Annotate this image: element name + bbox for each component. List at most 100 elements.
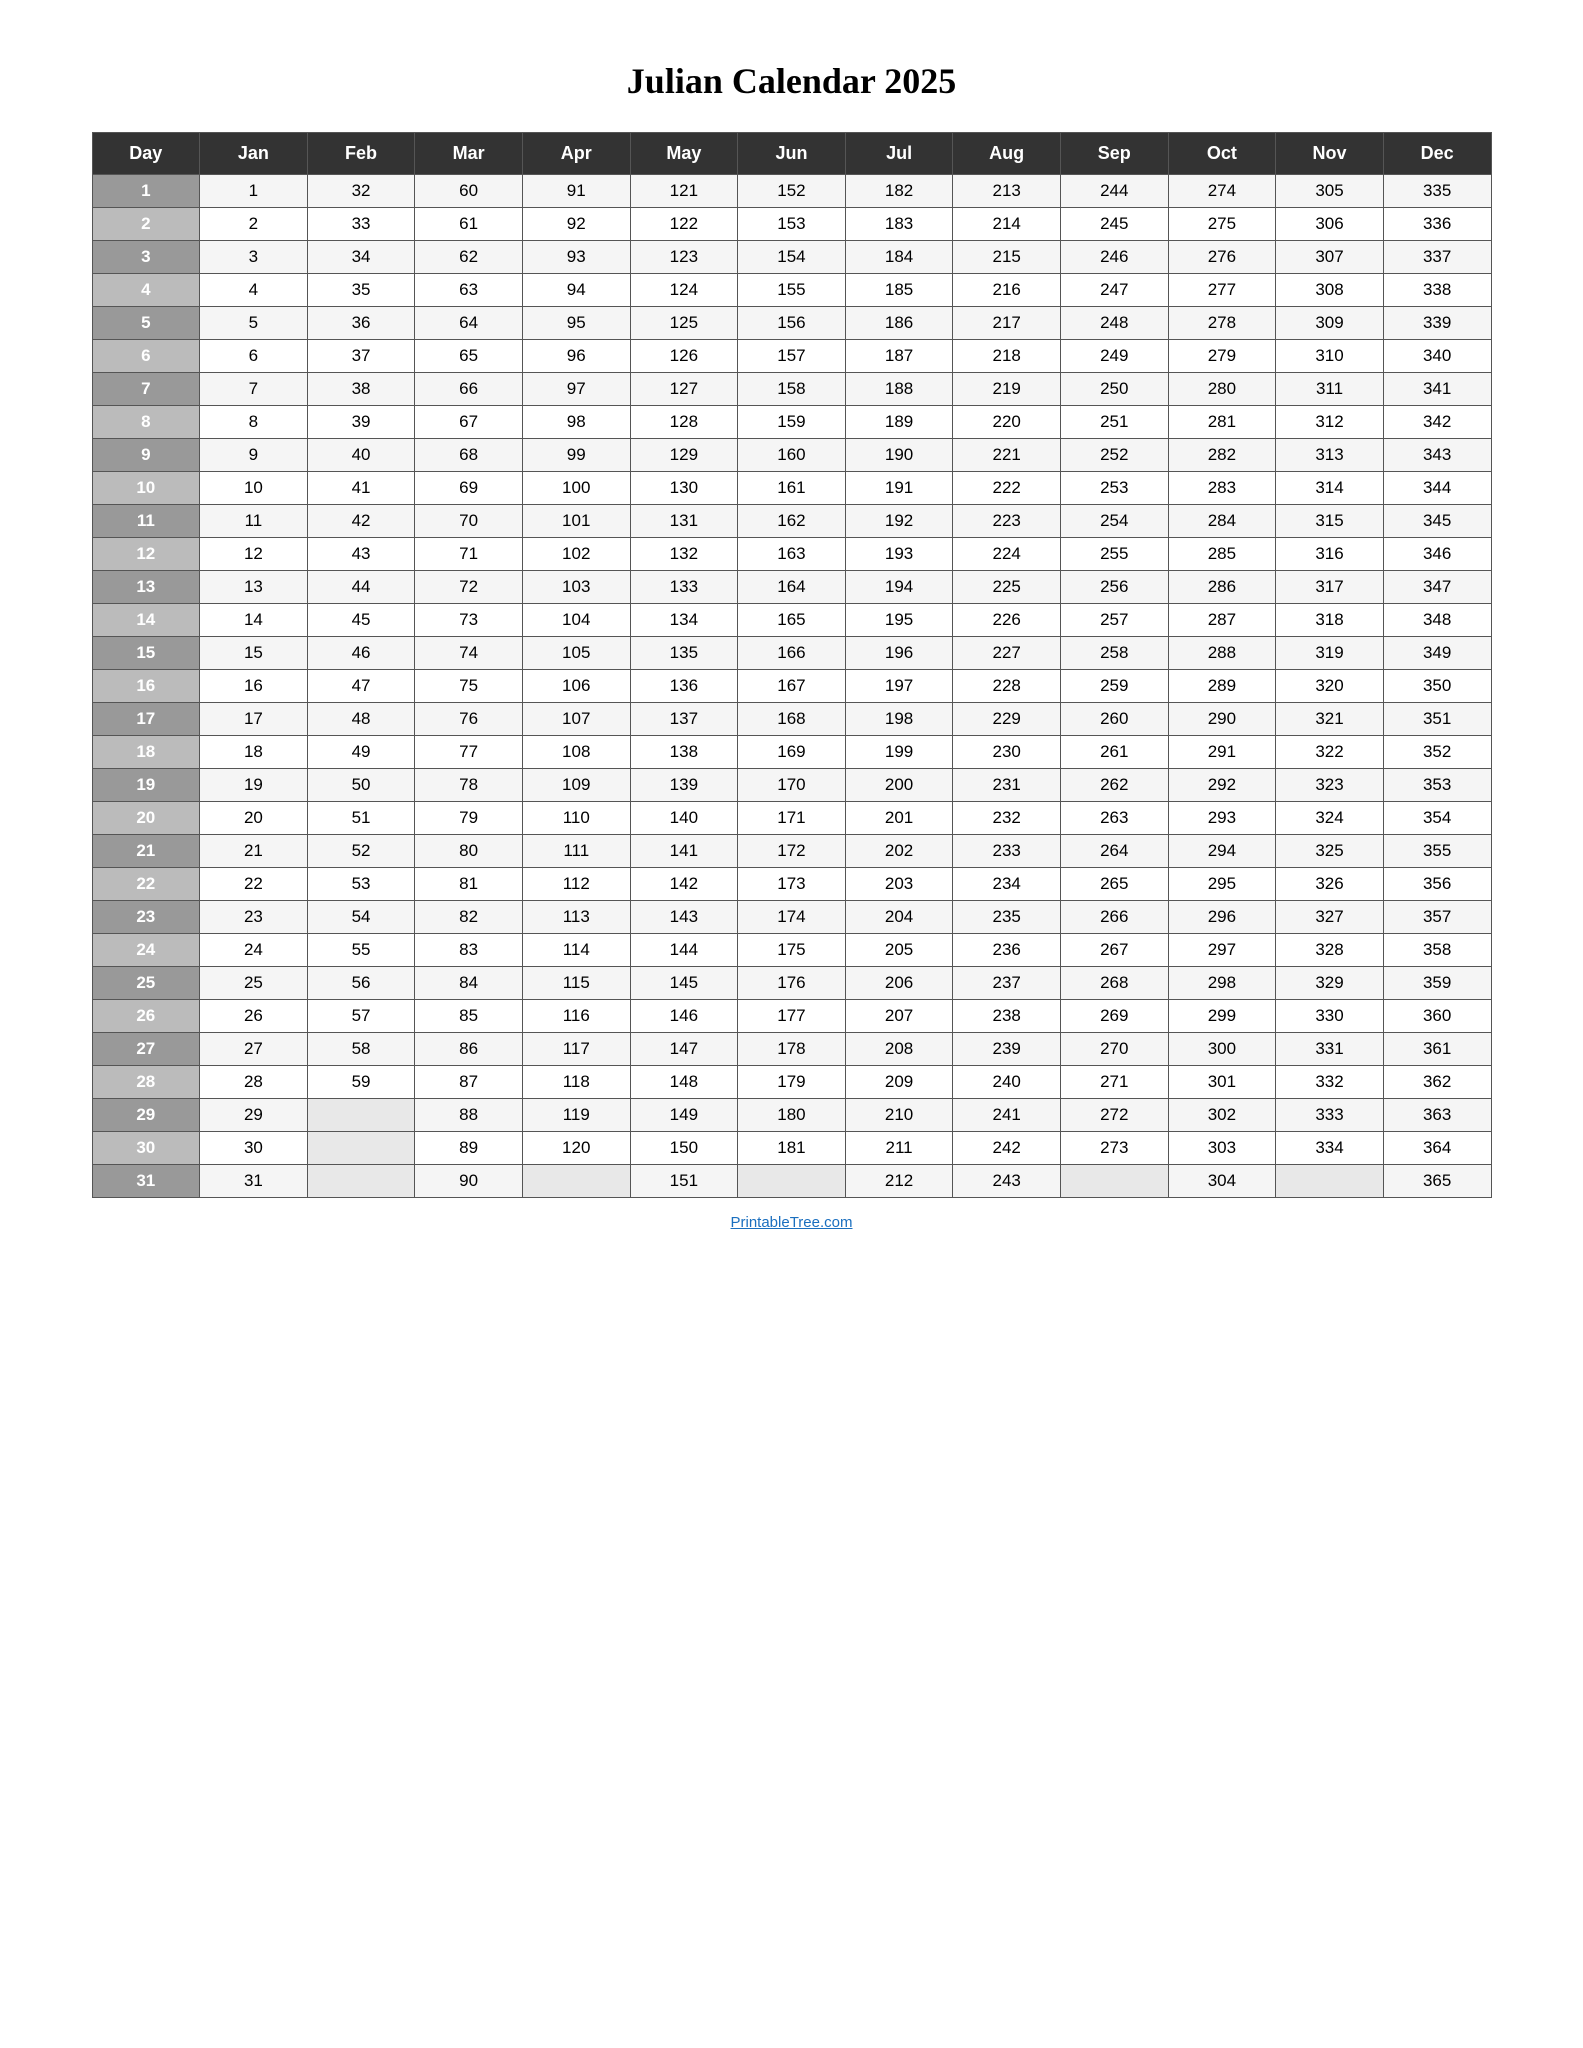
data-cell: 233 — [953, 835, 1061, 868]
table-row: 88396798128159189220251281312342 — [92, 406, 1491, 439]
data-cell: 363 — [1383, 1099, 1491, 1132]
data-cell: 158 — [738, 373, 846, 406]
data-cell: 42 — [307, 505, 415, 538]
data-cell: 263 — [1060, 802, 1168, 835]
data-cell: 265 — [1060, 868, 1168, 901]
data-cell: 347 — [1383, 571, 1491, 604]
data-cell: 250 — [1060, 373, 1168, 406]
day-cell: 12 — [92, 538, 200, 571]
data-cell: 208 — [845, 1033, 953, 1066]
data-cell: 125 — [630, 307, 738, 340]
data-cell: 272 — [1060, 1099, 1168, 1132]
data-cell: 195 — [845, 604, 953, 637]
data-cell: 209 — [845, 1066, 953, 1099]
day-cell: 14 — [92, 604, 200, 637]
data-cell: 46 — [307, 637, 415, 670]
data-cell: 92 — [522, 208, 630, 241]
julian-calendar-table: DayJanFebMarAprMayJunJulAugSepOctNovDec … — [92, 132, 1492, 1198]
table-row: 19195078109139170200231262292323353 — [92, 769, 1491, 802]
data-cell: 301 — [1168, 1066, 1276, 1099]
data-cell: 29 — [200, 1099, 308, 1132]
data-cell: 323 — [1276, 769, 1384, 802]
data-cell: 48 — [307, 703, 415, 736]
data-cell: 36 — [307, 307, 415, 340]
data-cell: 243 — [953, 1165, 1061, 1198]
data-cell: 279 — [1168, 340, 1276, 373]
table-row: 11326091121152182213244274305335 — [92, 175, 1491, 208]
data-cell: 102 — [522, 538, 630, 571]
header-apr: Apr — [522, 133, 630, 175]
data-cell: 84 — [415, 967, 523, 1000]
data-cell: 211 — [845, 1132, 953, 1165]
data-cell: 126 — [630, 340, 738, 373]
table-row: 28285987118148179209240271301332362 — [92, 1066, 1491, 1099]
data-cell: 54 — [307, 901, 415, 934]
data-cell: 207 — [845, 1000, 953, 1033]
data-cell: 326 — [1276, 868, 1384, 901]
data-cell: 303 — [1168, 1132, 1276, 1165]
data-cell: 71 — [415, 538, 523, 571]
data-cell: 329 — [1276, 967, 1384, 1000]
header-feb: Feb — [307, 133, 415, 175]
data-cell: 334 — [1276, 1132, 1384, 1165]
data-cell — [738, 1165, 846, 1198]
data-cell: 148 — [630, 1066, 738, 1099]
data-cell: 349 — [1383, 637, 1491, 670]
data-cell: 150 — [630, 1132, 738, 1165]
data-cell: 283 — [1168, 472, 1276, 505]
data-cell: 291 — [1168, 736, 1276, 769]
data-cell: 276 — [1168, 241, 1276, 274]
data-cell: 245 — [1060, 208, 1168, 241]
footer-link[interactable]: PrintableTree.com — [731, 1214, 853, 1231]
data-cell: 98 — [522, 406, 630, 439]
data-cell: 111 — [522, 835, 630, 868]
table-row: 33346293123154184215246276307337 — [92, 241, 1491, 274]
data-cell: 21 — [200, 835, 308, 868]
data-cell: 49 — [307, 736, 415, 769]
day-cell: 13 — [92, 571, 200, 604]
data-cell: 229 — [953, 703, 1061, 736]
day-cell: 29 — [92, 1099, 200, 1132]
data-cell: 159 — [738, 406, 846, 439]
data-cell: 278 — [1168, 307, 1276, 340]
data-cell: 133 — [630, 571, 738, 604]
data-cell: 39 — [307, 406, 415, 439]
page-title: Julian Calendar 2025 — [627, 60, 956, 102]
data-cell: 356 — [1383, 868, 1491, 901]
data-cell: 292 — [1168, 769, 1276, 802]
data-cell: 156 — [738, 307, 846, 340]
data-cell: 254 — [1060, 505, 1168, 538]
data-cell: 74 — [415, 637, 523, 670]
table-row: 313190151212243304365 — [92, 1165, 1491, 1198]
data-cell: 297 — [1168, 934, 1276, 967]
data-cell: 241 — [953, 1099, 1061, 1132]
data-cell: 205 — [845, 934, 953, 967]
data-cell: 312 — [1276, 406, 1384, 439]
data-cell: 7 — [200, 373, 308, 406]
data-cell: 249 — [1060, 340, 1168, 373]
data-cell: 235 — [953, 901, 1061, 934]
table-row: 99406899129160190221252282313343 — [92, 439, 1491, 472]
day-cell: 24 — [92, 934, 200, 967]
data-cell: 140 — [630, 802, 738, 835]
data-cell: 317 — [1276, 571, 1384, 604]
data-cell: 86 — [415, 1033, 523, 1066]
data-cell: 304 — [1168, 1165, 1276, 1198]
table-row: 27275886117147178208239270300331361 — [92, 1033, 1491, 1066]
data-cell: 284 — [1168, 505, 1276, 538]
data-cell: 68 — [415, 439, 523, 472]
data-cell: 313 — [1276, 439, 1384, 472]
data-cell: 333 — [1276, 1099, 1384, 1132]
data-cell: 147 — [630, 1033, 738, 1066]
data-cell: 203 — [845, 868, 953, 901]
data-cell: 161 — [738, 472, 846, 505]
data-cell: 63 — [415, 274, 523, 307]
data-cell: 191 — [845, 472, 953, 505]
data-cell: 139 — [630, 769, 738, 802]
data-cell: 296 — [1168, 901, 1276, 934]
data-cell: 165 — [738, 604, 846, 637]
data-cell: 123 — [630, 241, 738, 274]
data-cell: 60 — [415, 175, 523, 208]
data-cell — [307, 1099, 415, 1132]
table-row: 22336192122153183214245275306336 — [92, 208, 1491, 241]
